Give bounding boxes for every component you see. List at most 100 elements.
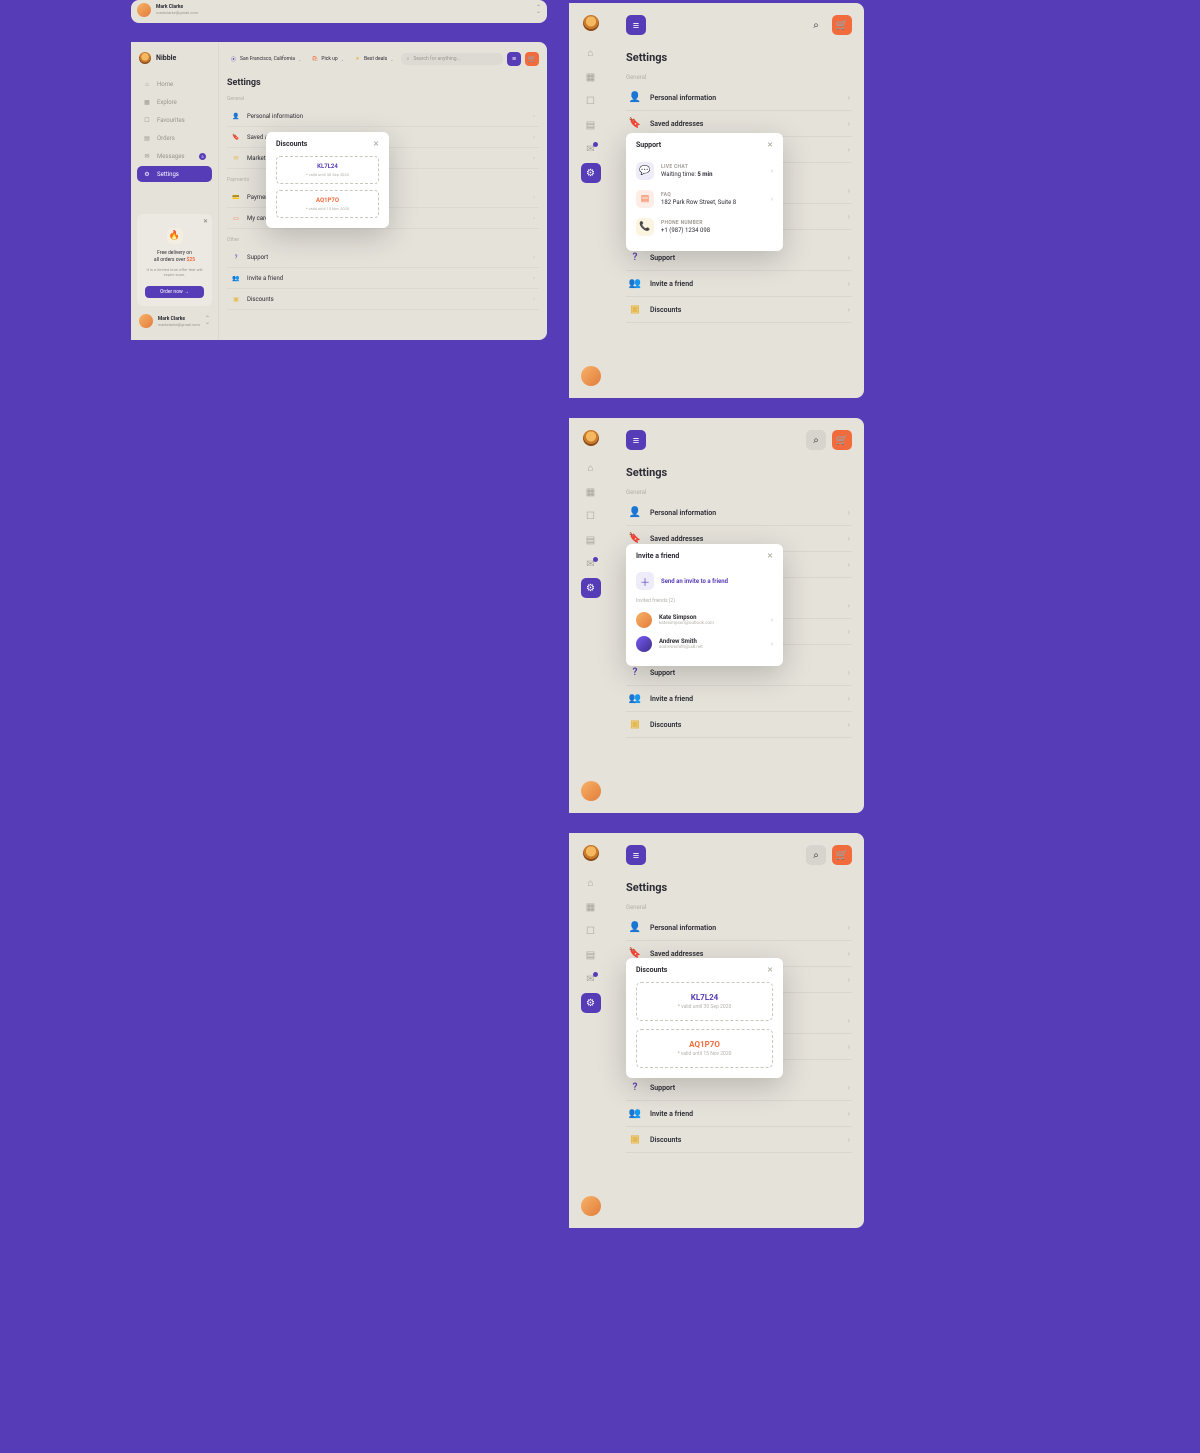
- nav-home[interactable]: ⌂: [581, 873, 601, 893]
- nav-settings[interactable]: ⚙: [581, 993, 601, 1013]
- avatar[interactable]: [581, 1196, 601, 1216]
- chevron-right-icon: ›: [848, 305, 850, 314]
- avatar: [139, 314, 153, 328]
- row-discounts[interactable]: ▣Discounts›: [626, 297, 852, 323]
- nav-home[interactable]: ⌂: [581, 43, 601, 63]
- chevron-right-icon: ›: [848, 534, 850, 543]
- popup-title: Discounts: [636, 966, 667, 974]
- chevron-right-icon: ›: [848, 601, 850, 610]
- friend-row[interactable]: Andrew Smithandrewsmith@ui8.net ›: [636, 632, 773, 656]
- close-icon[interactable]: ✕: [767, 552, 773, 560]
- nav-explore[interactable]: ▦: [581, 897, 601, 917]
- row-personal[interactable]: 👤Personal information›: [626, 85, 852, 111]
- nav-messages[interactable]: ✉: [581, 554, 601, 574]
- nav-home[interactable]: ⌂: [581, 458, 601, 478]
- close-icon[interactable]: ✕: [767, 966, 773, 974]
- chevron-updown-icon[interactable]: ⌃⌄: [536, 6, 541, 13]
- cart-button[interactable]: 🛒: [832, 845, 852, 865]
- mail-icon: ✉: [231, 153, 241, 163]
- row-support[interactable]: ?Support›: [626, 1075, 852, 1101]
- chevron-right-icon: ›: [848, 720, 850, 729]
- section-general: General: [626, 489, 852, 496]
- invite-add[interactable]: ＋ Send an invite to a friend: [636, 568, 773, 598]
- nav-explore[interactable]: ▦: [581, 67, 601, 87]
- main: ≡ ⌕ 🛒 Settings General 👤Personal informa…: [612, 3, 864, 398]
- discount-code[interactable]: AQ1P7O * valid until 15 Nov 2020: [276, 190, 379, 218]
- row-discounts[interactable]: ▣Discounts›: [626, 712, 852, 738]
- menu-button[interactable]: ≡: [626, 845, 646, 865]
- badge-dot: [593, 972, 598, 977]
- row-discounts[interactable]: ▣Discounts›: [227, 289, 539, 310]
- search-button[interactable]: ⌕: [806, 430, 826, 450]
- help-icon: ?: [628, 1082, 642, 1093]
- row-personal[interactable]: 👤Personal information›: [227, 106, 539, 127]
- row-personal[interactable]: 👤Personal information›: [626, 500, 852, 526]
- discounts-popup: Discounts✕ KL7L24 * valid until 30 Sep 2…: [266, 132, 389, 228]
- discount-code[interactable]: KL7L24 * valid until 30 Sep 2020: [636, 982, 773, 1021]
- nav-settings[interactable]: ⚙Settings: [137, 166, 212, 182]
- cart-button[interactable]: 🛒: [832, 15, 852, 35]
- chevron-right-icon: ›: [848, 1016, 850, 1025]
- location-pill[interactable]: ⦿San Francisco, California⌄: [227, 54, 304, 65]
- nav-settings[interactable]: ⚙: [581, 163, 601, 183]
- nav-messages[interactable]: ✉Messages3: [137, 148, 212, 164]
- chevron-right-icon: ›: [848, 560, 850, 569]
- discount-icon: ▣: [628, 719, 642, 730]
- order-now-button[interactable]: Order now →: [145, 286, 204, 298]
- invite-popup: Invite a friend✕ ＋ Send an invite to a f…: [626, 544, 783, 666]
- row-support[interactable]: ?Support›: [227, 247, 539, 268]
- nav-favourites[interactable]: ☐: [581, 506, 601, 526]
- cart-button[interactable]: 🛒: [525, 52, 539, 66]
- row-invite[interactable]: 👥Invite a friend›: [626, 271, 852, 297]
- chevron-updown-icon[interactable]: ⌃⌄: [205, 317, 210, 324]
- filter-button[interactable]: ≡: [507, 52, 521, 66]
- discount-code[interactable]: KL7L24 * valid until 30 Sep 2020: [276, 156, 379, 184]
- deals-pill[interactable]: ★Best deals⌄: [351, 54, 397, 65]
- discounts-popup: Discounts ✕ KL7L24 * valid until 30 Sep 2…: [626, 958, 783, 1078]
- search-button[interactable]: ⌕: [806, 845, 826, 865]
- menu-button[interactable]: ≡: [626, 15, 646, 35]
- nav-messages[interactable]: ✉: [581, 969, 601, 989]
- support-phone[interactable]: 📞 PHONE NUMBER+1 (987) 1234 098: [636, 213, 773, 241]
- row-invite[interactable]: 👥Invite a friend›: [626, 1101, 852, 1127]
- nav-home[interactable]: ⌂Home: [137, 76, 212, 92]
- nav-explore[interactable]: ▦Explore: [137, 94, 212, 110]
- frame-mobile-invite: ⌂ ▦ ☐ ▤ ✉ ⚙ ≡ ⌕ 🛒 Settings General 👤Pers…: [569, 418, 864, 813]
- close-icon[interactable]: ✕: [203, 218, 208, 225]
- support-faq[interactable]: ▤ FAQ182 Park Row Street, Suite 8 ›: [636, 185, 773, 213]
- close-icon[interactable]: ✕: [373, 140, 379, 148]
- chevron-right-icon: ›: [848, 1135, 850, 1144]
- menu-button[interactable]: ≡: [626, 430, 646, 450]
- row-invite[interactable]: 👥Invite a friend›: [626, 686, 852, 712]
- cart-button[interactable]: 🛒: [832, 430, 852, 450]
- search-button[interactable]: ⌕: [806, 15, 826, 35]
- badge-dot: [593, 142, 598, 147]
- nav-orders[interactable]: ▤: [581, 115, 601, 135]
- star-icon: ★: [354, 56, 361, 63]
- support-live-chat[interactable]: 💬 LIVE CHATWaiting time: 5 min ›: [636, 157, 773, 185]
- brand[interactable]: Nibble: [137, 52, 212, 64]
- nav-favourites[interactable]: ☐: [581, 91, 601, 111]
- nav-messages[interactable]: ✉: [581, 139, 601, 159]
- discount-code[interactable]: AQ1P7O * valid until 15 Nov 2020: [636, 1029, 773, 1068]
- close-icon[interactable]: ✕: [767, 141, 773, 149]
- search-field[interactable]: ⌕Search for anything...: [401, 53, 503, 65]
- row-personal[interactable]: 👤Personal information›: [626, 915, 852, 941]
- pickup-pill[interactable]: 🛍Pick up⌄: [308, 54, 347, 65]
- topbar: ⦿San Francisco, California⌄ 🛍Pick up⌄ ★B…: [227, 52, 539, 66]
- nav-orders[interactable]: ▤: [581, 945, 601, 965]
- people-icon: 👥: [628, 1108, 642, 1119]
- avatar[interactable]: [581, 781, 601, 801]
- row-discounts[interactable]: ▣Discounts›: [626, 1127, 852, 1153]
- nav-favourites[interactable]: ☐Favourites: [137, 112, 212, 128]
- chevron-right-icon: ›: [848, 1083, 850, 1092]
- user-card[interactable]: Mark Clarke markclarke@gmail.com ⌃⌄: [137, 312, 212, 330]
- nav-settings[interactable]: ⚙: [581, 578, 601, 598]
- row-invite[interactable]: 👥Invite a friend›: [227, 268, 539, 289]
- nav-explore[interactable]: ▦: [581, 482, 601, 502]
- nav-favourites[interactable]: ☐: [581, 921, 601, 941]
- avatar[interactable]: [581, 366, 601, 386]
- nav-orders[interactable]: ▤: [581, 530, 601, 550]
- friend-row[interactable]: Kate Simpsonkatesimpson@outlook.com ›: [636, 608, 773, 632]
- nav-orders[interactable]: ▤Orders: [137, 130, 212, 146]
